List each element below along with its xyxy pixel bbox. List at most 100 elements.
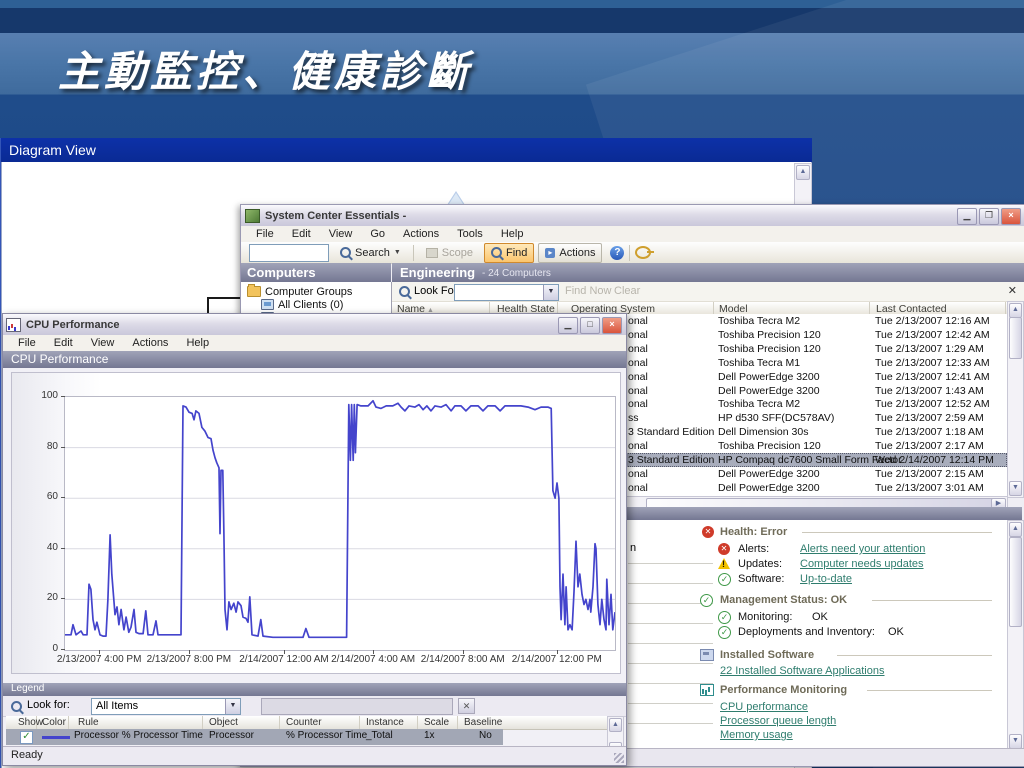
installed-apps-link[interactable]: 22 Installed Software Applications xyxy=(720,665,885,677)
toolbar-search-input[interactable] xyxy=(249,243,329,262)
legend-table-header[interactable]: Show Color Rule Object Counter Instance Scale B… xyxy=(6,716,608,730)
actions-icon: ▸ xyxy=(545,247,556,258)
restore-icon[interactable]: ❐ xyxy=(979,208,999,225)
legend-rule-row[interactable]: ✓ Processor % Processor Time Total Proce… xyxy=(6,729,503,745)
menu-item-actions[interactable]: Actions xyxy=(394,226,448,242)
cpu-window-title: CPU Performance xyxy=(26,318,120,331)
legend-column-instance[interactable]: Instance xyxy=(366,717,404,728)
y-axis-tick-label: 60 xyxy=(46,491,58,503)
app-icon xyxy=(245,208,260,223)
warning-icon xyxy=(718,558,730,569)
menu-item-help[interactable]: Help xyxy=(177,335,218,351)
scope-button[interactable]: Scope xyxy=(419,243,480,263)
actions-button[interactable]: ▸ Actions xyxy=(538,242,603,263)
group-subtitle: - 24 Computers xyxy=(482,268,551,279)
legend-column-rule[interactable]: Rule xyxy=(78,717,99,728)
legend-column-object[interactable]: Object xyxy=(209,717,238,728)
scroll-thumb[interactable] xyxy=(1009,317,1022,359)
x-axis-tick xyxy=(373,650,375,654)
menu-item-file[interactable]: File xyxy=(247,226,283,242)
search-icon xyxy=(11,701,22,712)
diagram-titlebar[interactable]: Diagram View xyxy=(1,138,812,162)
show-checkbox[interactable]: ✓ xyxy=(20,731,33,744)
legend-column-color[interactable]: Color xyxy=(42,717,66,728)
alerts-link[interactable]: Alerts need your attention xyxy=(800,543,925,555)
maximize-icon[interactable]: □ xyxy=(580,317,600,334)
sce-window-title: System Center Essentials - xyxy=(265,209,407,222)
folder-icon xyxy=(247,284,261,297)
toolbar-separator xyxy=(412,244,414,261)
scroll-thumb[interactable] xyxy=(1009,537,1022,627)
cpu-performance-link[interactable]: CPU performance xyxy=(720,701,808,713)
scroll-down-icon[interactable]: ▼ xyxy=(1009,734,1022,749)
updates-link[interactable]: Computer needs updates xyxy=(800,558,924,570)
scroll-up-icon[interactable]: ▲ xyxy=(796,165,810,180)
status-text: Ready xyxy=(11,749,43,761)
ok-icon: ✓ xyxy=(718,611,731,624)
menu-item-actions[interactable]: Actions xyxy=(123,335,177,351)
scroll-down-icon[interactable]: ▼ xyxy=(1009,481,1022,496)
results-vscrollbar[interactable]: ▲ ▼ xyxy=(1007,301,1024,498)
y-axis-tick xyxy=(61,649,65,650)
cpu-titlebar[interactable]: CPU Performance ▁ □ × xyxy=(3,314,626,336)
legend-search-input[interactable] xyxy=(261,698,453,715)
processor-queue-link[interactable]: Processor queue length xyxy=(720,715,836,727)
look-for-combobox[interactable]: ▼ xyxy=(454,284,559,301)
tree-item-1[interactable]: Computer Groups xyxy=(247,284,352,298)
chevron-down-icon[interactable]: ▼ xyxy=(543,285,558,300)
y-axis-tick-label: 0 xyxy=(52,643,58,654)
help-icon[interactable]: ? xyxy=(610,245,625,260)
minimize-icon[interactable]: ▁ xyxy=(558,317,578,334)
software-link[interactable]: Up-to-date xyxy=(800,573,852,585)
menu-item-edit[interactable]: Edit xyxy=(45,335,82,351)
legend-column-baseline[interactable]: Baseline xyxy=(464,717,502,728)
y-axis-tick-label: 100 xyxy=(41,390,58,401)
y-axis-tick xyxy=(61,598,65,600)
find-now-button[interactable]: Find Now xyxy=(565,285,611,297)
connector-line xyxy=(207,297,209,314)
memory-usage-link[interactable]: Memory usage xyxy=(720,729,793,741)
x-axis-tick-label: 2/14/2007 12:00 PM xyxy=(511,654,602,665)
performance-monitoring-icon xyxy=(700,684,714,696)
search-button[interactable]: Search ▼ xyxy=(333,243,408,263)
menu-item-help[interactable]: Help xyxy=(492,226,533,242)
chevron-down-icon[interactable]: ▼ xyxy=(225,699,240,714)
find-button[interactable]: Find xyxy=(484,242,535,263)
scroll-up-icon[interactable]: ▲ xyxy=(609,718,622,732)
cpu-chart-panel: 0 20 40 60 80 100 2/13/2007 4:00 PM 2/13/2007 8… xyxy=(11,372,621,674)
clear-filter-icon[interactable]: ✕ xyxy=(458,698,475,714)
results-pane-header: Engineering - 24 Computers xyxy=(392,263,1024,282)
menu-item-view[interactable]: View xyxy=(82,335,124,351)
detail-fragment: n xyxy=(630,542,637,554)
sce-titlebar[interactable]: System Center Essentials - ▁ ❐ × xyxy=(241,205,1024,227)
close-search-icon[interactable]: ✕ xyxy=(1008,284,1017,297)
find-icon xyxy=(491,247,502,258)
legend-column-scale[interactable]: Scale xyxy=(424,717,449,728)
cpu-chart-plot xyxy=(64,396,616,651)
scroll-up-icon[interactable]: ▲ xyxy=(1009,303,1022,318)
close-icon[interactable]: × xyxy=(1001,208,1021,225)
cpu-menubar: File Edit View Actions Help xyxy=(3,335,626,352)
menu-item-view[interactable]: View xyxy=(320,226,362,242)
resize-grip[interactable] xyxy=(614,753,624,763)
close-icon[interactable]: × xyxy=(602,317,622,334)
chevron-down-icon: ▼ xyxy=(393,249,401,256)
details-vscrollbar[interactable]: ▲ ▼ xyxy=(1007,520,1024,751)
legend-column-counter[interactable]: Counter xyxy=(286,717,322,728)
menu-item-edit[interactable]: Edit xyxy=(283,226,320,242)
minimize-icon[interactable]: ▁ xyxy=(957,208,977,225)
x-axis-tick xyxy=(99,650,101,654)
menu-item-tools[interactable]: Tools xyxy=(448,226,492,242)
diagram-node-triangle[interactable] xyxy=(447,191,465,205)
legend-filter-combobox[interactable]: All Items ▼ xyxy=(91,698,241,715)
clear-button[interactable]: Clear xyxy=(614,285,640,297)
tree-item-2[interactable]: All Clients (0) xyxy=(261,298,343,311)
legend-column-show[interactable]: Show xyxy=(18,717,43,728)
cpu-performance-window: CPU Performance ▁ □ × File Edit View Action… xyxy=(2,313,627,766)
menu-item-go[interactable]: Go xyxy=(361,226,394,242)
tree-item-label: All Clients (0) xyxy=(278,298,344,311)
scroll-up-icon[interactable]: ▲ xyxy=(1009,522,1022,537)
menu-item-file[interactable]: File xyxy=(9,335,45,351)
key-icon[interactable] xyxy=(635,246,655,259)
y-axis-tick xyxy=(61,497,65,499)
